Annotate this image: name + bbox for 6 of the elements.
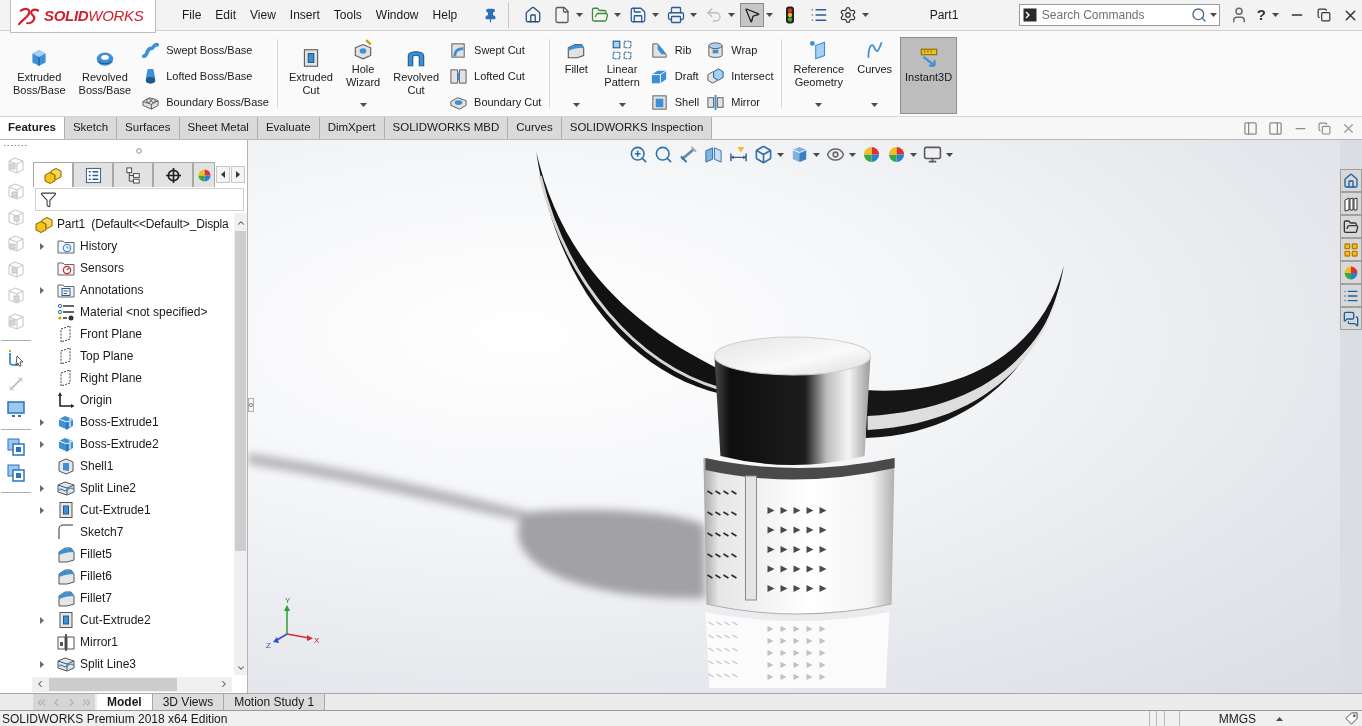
axis-label: X [314,636,320,645]
axis-label: Z [266,641,271,650]
status-text: SOLIDWORKS Premium 2018 x64 Edition [1,712,228,725]
logo-text: SOLIDWORKS [44,5,144,26]
document-title: Part1 [929,7,959,24]
axis-label: Y [285,596,291,605]
